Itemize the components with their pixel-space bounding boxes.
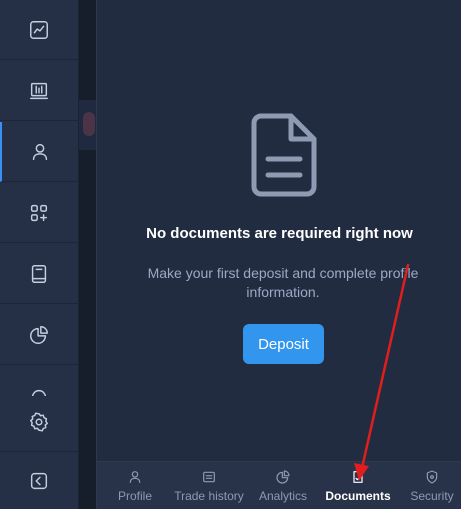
sidebar-item-chart[interactable] [0,0,78,60]
screen: No documents are required right now Make… [0,0,461,509]
apps-add-icon [30,204,48,221]
gear-icon [30,412,48,432]
chart-line-icon [30,20,48,39]
collapse-icon [30,472,48,489]
tab-label: Security [410,489,454,503]
tab-trade-history[interactable]: Trade history [171,462,247,509]
documents-icon [353,471,363,483]
market-board-icon [30,82,48,99]
history-icon [203,471,215,483]
tab-documents[interactable]: Documents [323,462,393,509]
analytics-icon [276,470,290,484]
empty-state-title: No documents are required right now [146,225,413,242]
tab-analytics[interactable]: Analytics [255,462,311,509]
sidebar-item-settings[interactable] [0,392,78,452]
documents-panel: No documents are required right now Make… [96,0,461,509]
bottom-tab-bar: Profile Trade history Analytics Document… [97,461,461,509]
tab-label: Trade history [174,489,244,503]
sidebar-item-market[interactable] [0,61,78,121]
sidebar-item-pie[interactable] [0,305,78,365]
background-strip [79,0,96,509]
left-sidebar [0,0,79,509]
tab-security[interactable]: Security [405,462,459,509]
deposit-button[interactable]: Deposit [243,324,324,364]
sidebar-item-apps[interactable] [0,183,78,243]
pie-chart-icon [30,325,48,344]
empty-state-subtitle: Make your first deposit and complete pro… [147,265,419,300]
tab-profile[interactable]: Profile [113,462,157,509]
user-icon [32,143,48,160]
background-decoration [83,112,95,136]
sidebar-collapse-button[interactable] [0,451,78,509]
document-icon [251,113,317,197]
shield-icon [426,470,438,484]
book-icon [31,264,47,283]
tab-label: Profile [117,489,152,503]
tab-label: Documents [325,489,391,503]
sidebar-item-book[interactable] [0,244,78,304]
tab-label: Analytics [258,489,308,503]
user-icon [129,471,141,483]
sidebar-item-profile[interactable] [0,122,78,182]
